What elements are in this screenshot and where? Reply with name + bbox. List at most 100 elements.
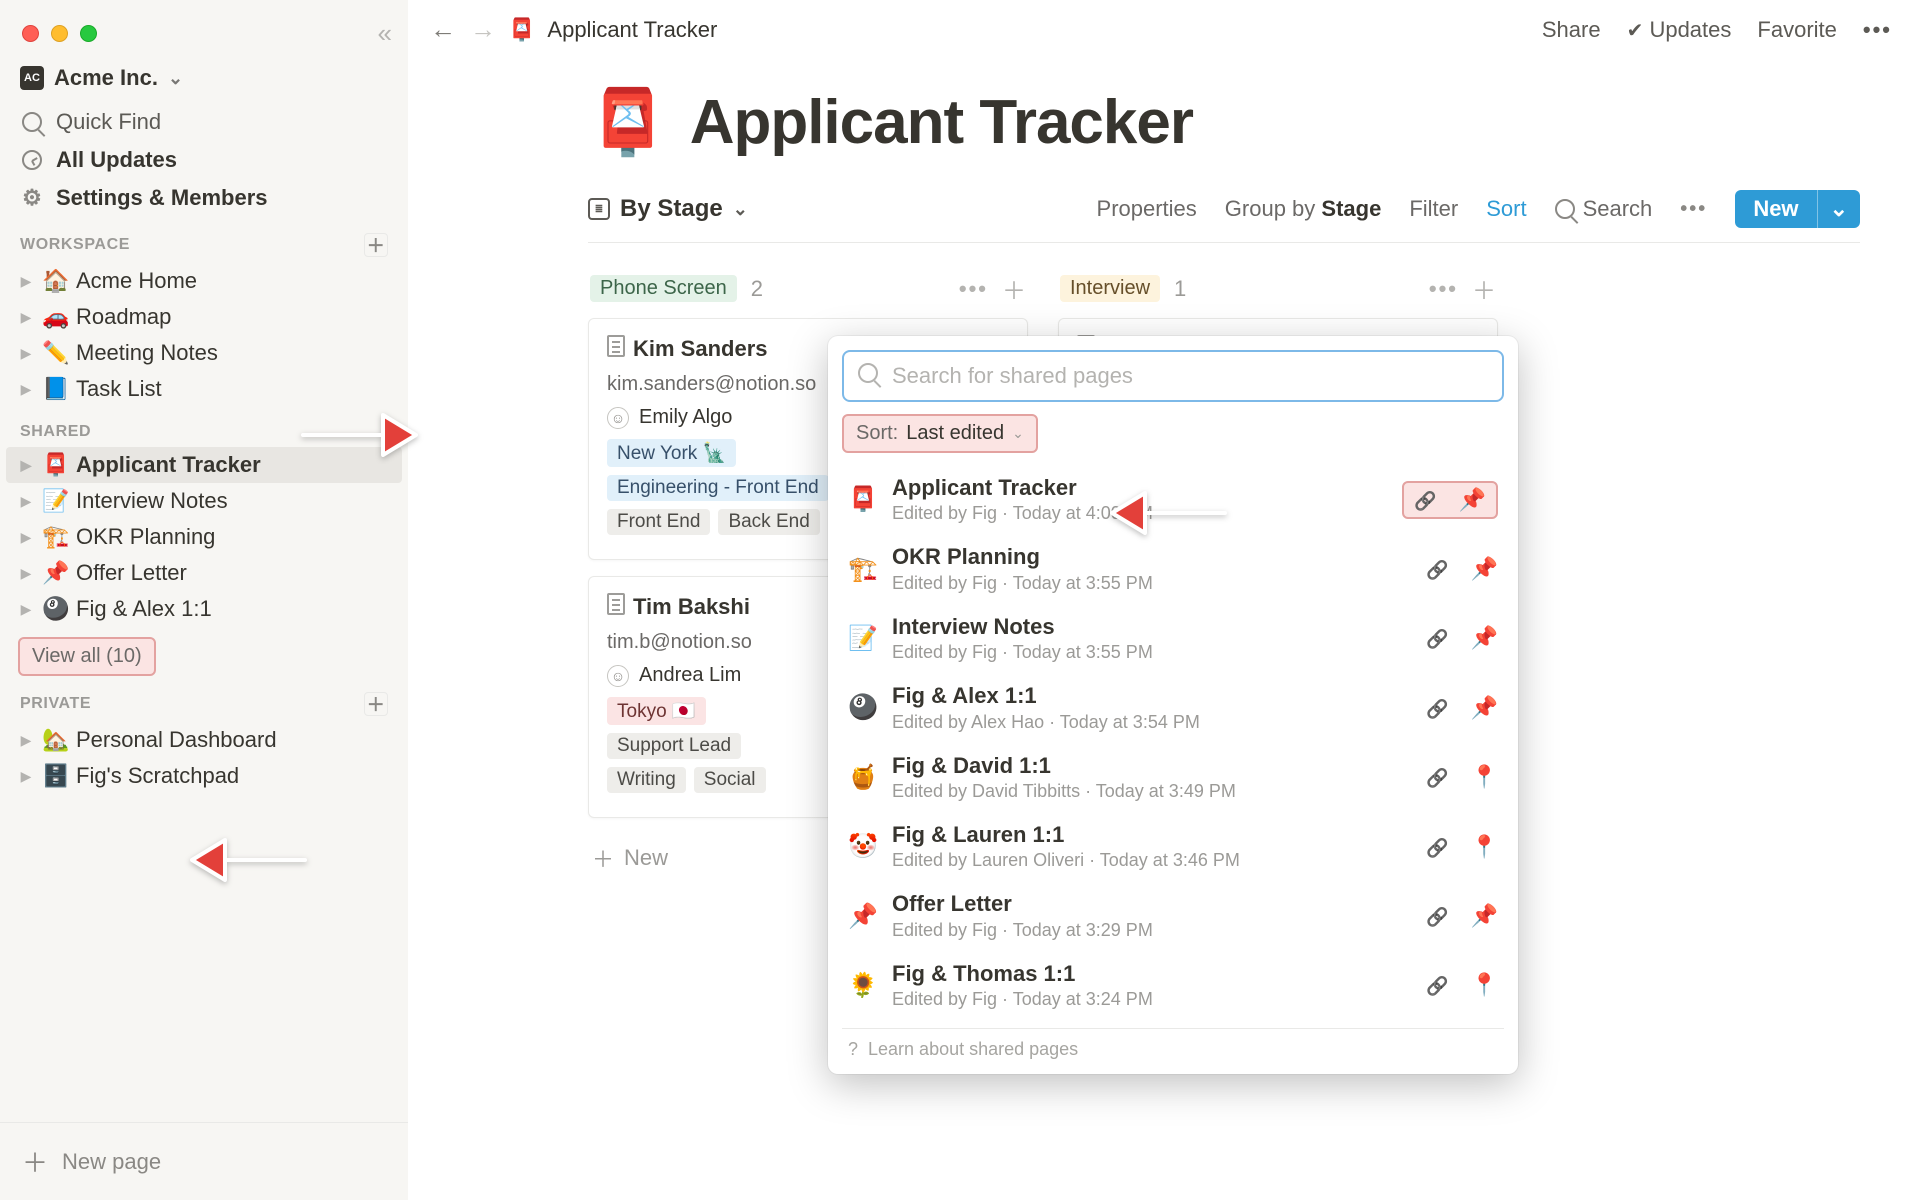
sidebar-item-shared-3[interactable]: ▶ 📌 Offer Letter — [6, 555, 402, 591]
clock-icon — [20, 150, 44, 170]
pin-button[interactable]: 📌 — [1471, 556, 1498, 582]
sidebar-item-label: Acme Home — [76, 268, 197, 294]
copy-link-button[interactable] — [1426, 834, 1448, 860]
new-button-dropdown[interactable]: ⌄ — [1817, 190, 1860, 228]
all-updates-button[interactable]: All Updates — [0, 141, 408, 179]
workspace-section-header: WORKSPACE ＋ — [0, 217, 408, 263]
new-record-button[interactable]: New ⌄ — [1735, 190, 1860, 228]
page-title[interactable]: Applicant Tracker — [690, 87, 1193, 158]
quick-find-button[interactable]: Quick Find — [0, 103, 408, 141]
copy-link-button[interactable] — [1426, 695, 1448, 721]
sidebar-item-private-0[interactable]: ▶ 🏡 Personal Dashboard — [6, 722, 402, 758]
shared-pages-item-7[interactable]: 🌻 Fig & Thomas 1:1 Edited by Fig · Today… — [842, 951, 1504, 1020]
page-emoji-icon: 📝 — [42, 488, 68, 514]
share-button[interactable]: Share — [1542, 17, 1601, 43]
page-emoji-icon: 📌 — [848, 902, 878, 931]
shared-pages-item-1[interactable]: 🏗️ OKR Planning Edited by Fig · Today at… — [842, 534, 1504, 603]
column-add-button[interactable]: ＋ — [1472, 271, 1496, 306]
sidebar-item-workspace-0[interactable]: ▶ 🏠 Acme Home — [6, 263, 402, 299]
copy-link-button[interactable] — [1426, 903, 1448, 929]
sidebar-item-private-1[interactable]: ▶ 🗄️ Fig's Scratchpad — [6, 758, 402, 794]
add-page-workspace-button[interactable]: ＋ — [364, 233, 388, 257]
window-zoom-button[interactable] — [80, 25, 97, 42]
sidebar-item-workspace-1[interactable]: ▶ 🚗 Roadmap — [6, 299, 402, 335]
workspace-switcher[interactable]: AC Acme Inc. ⌄ — [0, 57, 408, 103]
disclosure-triangle-icon[interactable]: ▶ — [18, 273, 34, 290]
shared-pages-item-0[interactable]: 📮 Applicant Tracker Edited by Fig · Toda… — [842, 465, 1504, 534]
column-more-button[interactable]: ••• — [959, 276, 988, 302]
shared-item-meta: Edited by Alex Hao · Today at 3:54 PM — [892, 712, 1412, 733]
sidebar-item-label: Applicant Tracker — [76, 452, 261, 478]
shared-search-input[interactable] — [890, 362, 1488, 390]
disclosure-triangle-icon[interactable]: ▶ — [18, 309, 34, 326]
shared-pages-item-6[interactable]: 📌 Offer Letter Edited by Fig · Today at … — [842, 881, 1504, 950]
sidebar-item-workspace-3[interactable]: ▶ 📘 Task List — [6, 371, 402, 407]
board-view-icon: ≣ — [588, 198, 610, 220]
shared-pages-help-link[interactable]: ? Learn about shared pages — [842, 1028, 1504, 1064]
page-emoji-icon: 🏠 — [42, 268, 68, 294]
page-emoji[interactable]: 📮 — [588, 85, 668, 160]
disclosure-triangle-icon[interactable]: ▶ — [18, 529, 34, 546]
disclosure-triangle-icon[interactable]: ▶ — [18, 381, 34, 398]
pin-button[interactable]: 📍 — [1471, 834, 1498, 860]
copy-link-button[interactable] — [1426, 625, 1448, 651]
sidebar-item-shared-2[interactable]: ▶ 🏗️ OKR Planning — [6, 519, 402, 555]
favorite-button[interactable]: Favorite — [1757, 17, 1836, 43]
disclosure-triangle-icon[interactable]: ▶ — [18, 601, 34, 618]
shared-pages-item-5[interactable]: 🤡 Fig & Lauren 1:1 Edited by Lauren Oliv… — [842, 812, 1504, 881]
updates-button[interactable]: ✔ Updates — [1627, 17, 1732, 43]
page-icon — [607, 593, 625, 621]
window-minimize-button[interactable] — [51, 25, 68, 42]
column-status-tag[interactable]: Phone Screen — [590, 275, 737, 302]
card-role-chip: Support Lead — [607, 733, 741, 759]
pin-button[interactable]: 📌 — [1471, 903, 1498, 929]
filter-button[interactable]: Filter — [1409, 196, 1458, 222]
disclosure-triangle-icon[interactable]: ▶ — [18, 768, 34, 785]
column-status-tag[interactable]: Interview — [1060, 275, 1160, 302]
pin-button[interactable]: 📌 — [1471, 695, 1498, 721]
search-icon — [20, 112, 44, 132]
copy-link-button[interactable] — [1426, 556, 1448, 582]
sidebar-item-shared-4[interactable]: ▶ 🎱 Fig & Alex 1:1 — [6, 591, 402, 627]
pin-button[interactable]: 📍 — [1471, 764, 1498, 790]
pin-button[interactable]: 📍 — [1471, 972, 1498, 998]
copy-link-button[interactable] — [1426, 764, 1448, 790]
pin-button[interactable]: 📌 — [1471, 625, 1498, 651]
breadcrumb[interactable]: Applicant Tracker — [547, 17, 717, 43]
sidebar-item-label: Fig & Alex 1:1 — [76, 596, 212, 622]
disclosure-triangle-icon[interactable]: ▶ — [18, 732, 34, 749]
window-close-button[interactable] — [22, 25, 39, 42]
sidebar-item-shared-1[interactable]: ▶ 📝 Interview Notes — [6, 483, 402, 519]
search-button[interactable]: Search — [1555, 196, 1653, 222]
copy-link-button[interactable] — [1414, 487, 1436, 513]
group-by-button[interactable]: Group by Stage — [1225, 196, 1382, 222]
add-page-private-button[interactable]: ＋ — [364, 692, 388, 716]
sidebar-item-workspace-2[interactable]: ▶ ✏️ Meeting Notes — [6, 335, 402, 371]
shared-pages-item-4[interactable]: 🍯 Fig & David 1:1 Edited by David Tibbit… — [842, 743, 1504, 812]
shared-pages-item-2[interactable]: 📝 Interview Notes Edited by Fig · Today … — [842, 604, 1504, 673]
column-more-button[interactable]: ••• — [1429, 276, 1458, 302]
sidebar-item-label: Personal Dashboard — [76, 727, 277, 753]
column-add-button[interactable]: ＋ — [1002, 271, 1026, 306]
shared-pages-item-3[interactable]: 🎱 Fig & Alex 1:1 Edited by Alex Hao · To… — [842, 673, 1504, 742]
view-more-button[interactable]: ••• — [1680, 198, 1707, 221]
collapse-sidebar-button[interactable]: « — [378, 18, 386, 49]
shared-search-input-wrap[interactable] — [842, 350, 1504, 402]
disclosure-triangle-icon[interactable]: ▶ — [18, 345, 34, 362]
sidebar-item-shared-0[interactable]: ▶ 📮 Applicant Tracker — [6, 447, 402, 483]
disclosure-triangle-icon[interactable]: ▶ — [18, 493, 34, 510]
view-all-shared-button[interactable]: View all (10) — [18, 637, 156, 676]
settings-button[interactable]: Settings & Members — [0, 179, 408, 217]
view-switcher[interactable]: ≣ By Stage ⌄ — [588, 195, 748, 223]
shared-sort-button[interactable]: Sort: Last edited ⌄ — [842, 414, 1038, 453]
disclosure-triangle-icon[interactable]: ▶ — [18, 457, 34, 474]
copy-link-button[interactable] — [1426, 972, 1448, 998]
disclosure-triangle-icon[interactable]: ▶ — [18, 565, 34, 582]
sort-button[interactable]: Sort — [1486, 196, 1526, 222]
back-button[interactable]: ← — [430, 14, 456, 45]
page-more-button[interactable]: ••• — [1863, 17, 1892, 43]
forward-button[interactable]: → — [470, 14, 496, 45]
new-page-button[interactable]: ＋ New page — [0, 1122, 408, 1200]
properties-button[interactable]: Properties — [1097, 196, 1197, 222]
pin-button[interactable]: 📌 — [1459, 487, 1486, 513]
